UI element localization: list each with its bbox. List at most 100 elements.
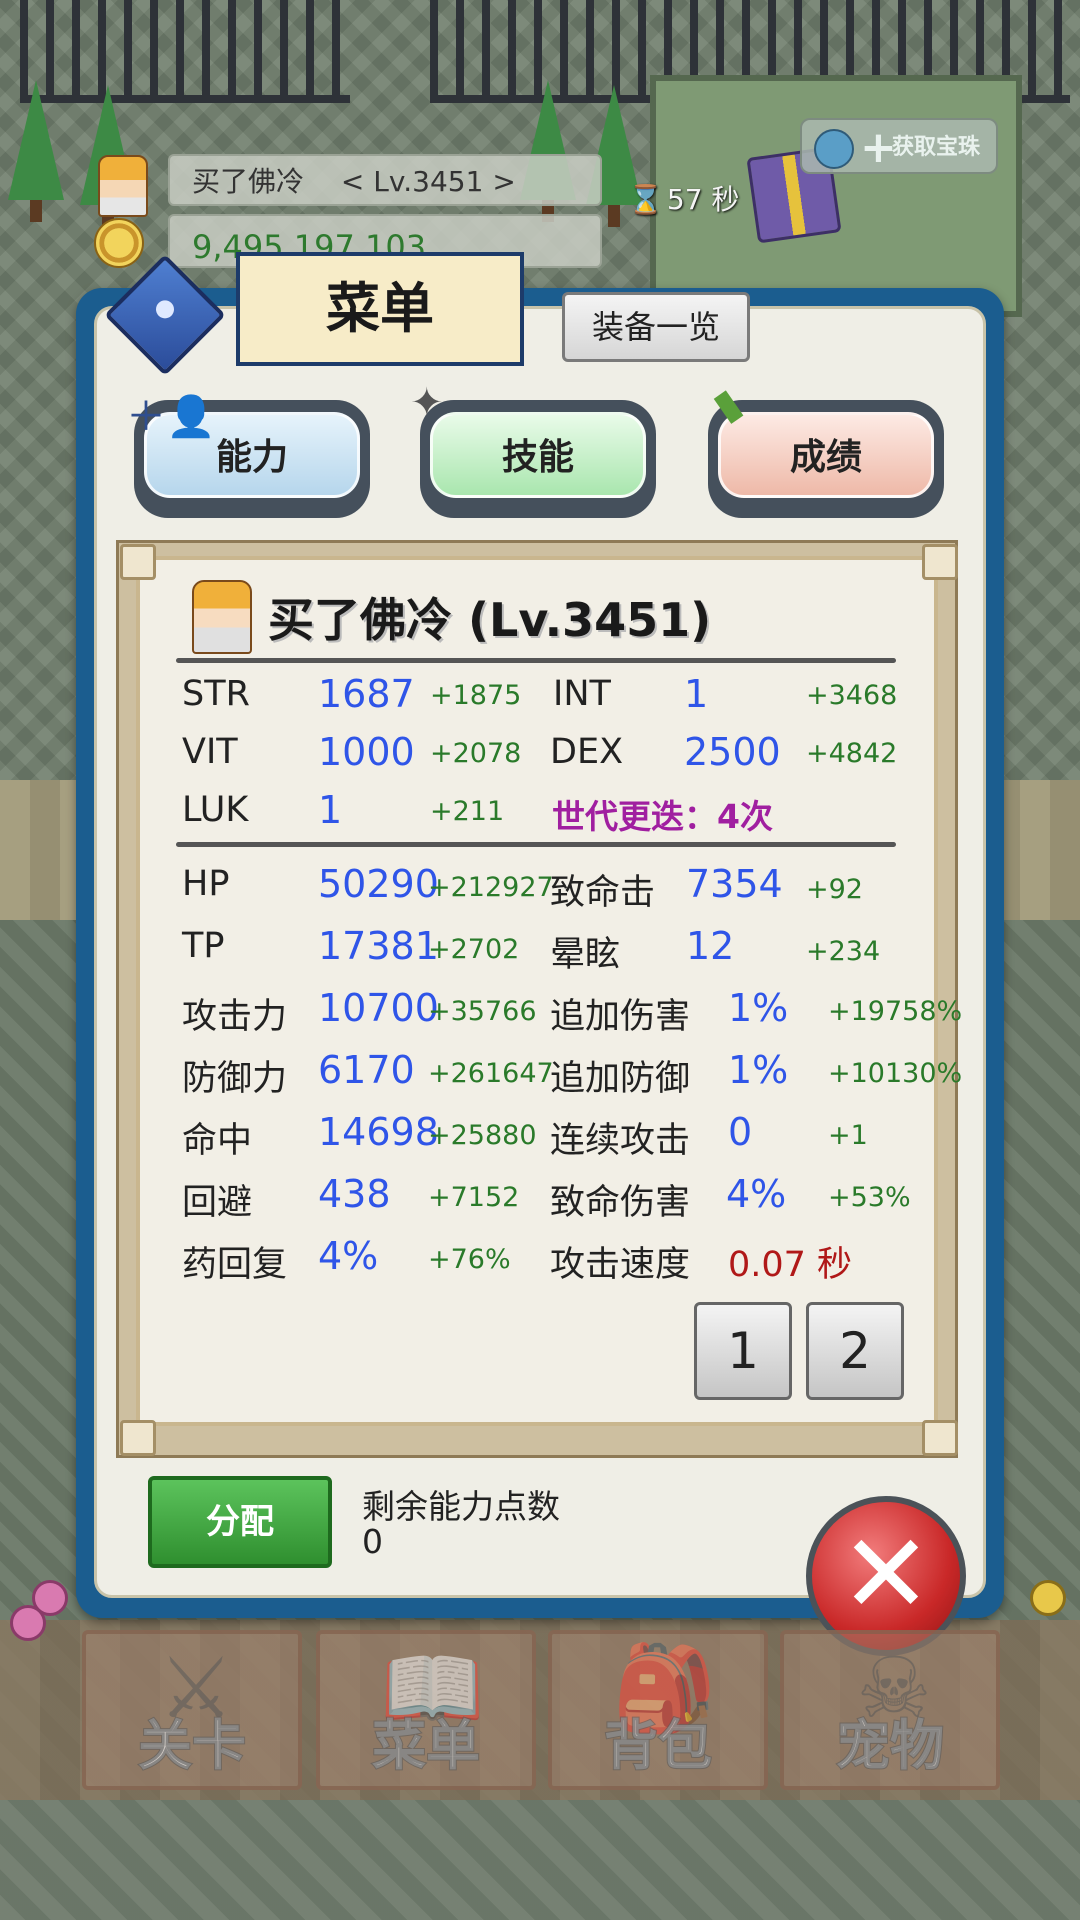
hourglass-icon: ⌛ [628, 183, 663, 216]
nav-backpack[interactable]: 🎒 背包 [548, 1630, 768, 1790]
stat-bonus-int: +3468 [806, 680, 898, 711]
stat-bonus-extra-defense: +10130% [828, 1058, 963, 1089]
nav-pet[interactable]: ☠ 宠物 [780, 1630, 1000, 1790]
stat-value-hp: 50290 [318, 862, 439, 906]
add-person-icon: ＋👤 [126, 394, 216, 440]
stat-bonus-crit-damage: +53% [828, 1182, 911, 1213]
player-name: 买了佛冷 [192, 165, 305, 198]
menu-title: 菜单 [236, 252, 524, 366]
stat-label-vit: VIT [182, 732, 238, 772]
stat-value-attack: 10700 [318, 986, 439, 1030]
divider [176, 842, 896, 847]
stat-value-crit-damage: 4% [726, 1172, 787, 1216]
stat-label-luk: LUK [182, 790, 249, 830]
stat-bonus-str: +1875 [430, 680, 522, 711]
nav-backpack-label: 背包 [603, 1713, 713, 1778]
nav-menu[interactable]: 📖 菜单 [316, 1630, 536, 1790]
assign-points-button[interactable]: 分配 [148, 1476, 332, 1568]
stat-bonus-extra-damage: +19758% [828, 996, 963, 1027]
stat-value-luk: 1 [318, 788, 343, 832]
stat-bonus-attack: +35766 [428, 996, 537, 1027]
page-2-button[interactable]: 2 [806, 1302, 904, 1400]
fence [20, 0, 350, 103]
stat-bonus-defense: +261647 [428, 1058, 554, 1089]
stat-bonus-luk: +211 [430, 796, 505, 827]
orb-timer-value: 57 秒 [666, 183, 740, 216]
player-avatar-icon [98, 155, 148, 217]
stat-label-evade: 回避 [182, 1183, 253, 1223]
plus-icon: + [860, 122, 897, 173]
stat-value-combo: 0 [728, 1110, 753, 1154]
frame-corner [120, 544, 156, 580]
character-avatar-icon [192, 580, 252, 654]
stat-bonus-combo: +1 [828, 1120, 868, 1151]
equipment-list-button[interactable]: 装备一览 [562, 292, 750, 362]
stat-bonus-tp: +2702 [428, 934, 520, 965]
stat-bonus-vit: +2078 [430, 738, 522, 769]
stat-bonus-hp: +212927 [428, 872, 554, 903]
stat-bonus-critical: +92 [806, 874, 863, 905]
remaining-points-label: 剩余能力点数 [362, 1487, 560, 1526]
stat-label-dex: DEX [550, 732, 624, 772]
stat-bonus-dex: +4842 [806, 738, 898, 769]
frame-corner [120, 1420, 156, 1456]
stat-bonus-evade: +7152 [428, 1182, 520, 1213]
orb-timer: ⌛ 57 秒 [628, 178, 739, 218]
stat-value-stun: 12 [686, 924, 735, 968]
stat-label-attack: 攻击力 [182, 997, 288, 1037]
stat-label-attack-speed: 攻击速度 [550, 1245, 691, 1285]
stat-value-vit: 1000 [318, 730, 415, 774]
frame-corner [922, 544, 958, 580]
divider [176, 658, 896, 663]
get-orb-button[interactable]: + 获取宝珠 [800, 118, 998, 174]
stat-label-extra-damage: 追加伤害 [550, 997, 691, 1037]
orb-icon [814, 129, 854, 169]
stat-label-extra-defense: 追加防御 [550, 1059, 691, 1099]
stat-value-hit: 14698 [318, 1110, 439, 1154]
stat-value-dex: 2500 [684, 730, 781, 774]
stat-label-critical: 致命击 [550, 873, 656, 913]
stat-value-tp: 17381 [318, 924, 439, 968]
frame-corner [922, 1420, 958, 1456]
nav-stage[interactable]: ⚔ 关卡 [82, 1630, 302, 1790]
stat-label-int: INT [553, 674, 611, 714]
stat-label-crit-damage: 致命伤害 [550, 1183, 691, 1223]
stat-label-defense: 防御力 [182, 1059, 288, 1099]
character-title: 买了佛冷 (Lv.3451) [268, 593, 712, 647]
stat-label-hp: HP [182, 864, 230, 904]
tab-record-label: 成绩 [718, 412, 934, 498]
tree [8, 80, 64, 222]
get-orb-label: 获取宝珠 [891, 135, 980, 160]
nav-stage-label: 关卡 [137, 1713, 247, 1778]
stat-label-tp: TP [182, 926, 225, 966]
stat-label-str: STR [182, 674, 250, 714]
stat-value-int: 1 [684, 672, 709, 716]
stat-bonus-potion: +76% [428, 1244, 511, 1275]
stat-value-defense: 6170 [318, 1048, 415, 1092]
stat-value-extra-defense: 1% [728, 1048, 789, 1092]
stat-value-critical: 7354 [686, 862, 783, 906]
nav-menu-label: 菜单 [371, 1713, 481, 1778]
page-1-button[interactable]: 1 [694, 1302, 792, 1400]
stat-label-combo: 连续攻击 [550, 1121, 691, 1161]
stat-value-attack-speed: 0.07 秒 [728, 1245, 853, 1285]
stat-label-hit: 命中 [182, 1121, 253, 1161]
generation-count: 世代更迭：4次 [552, 797, 773, 836]
stat-value-str: 1687 [318, 672, 415, 716]
tab-skill[interactable]: 技能 [420, 400, 656, 518]
stat-value-evade: 438 [318, 1172, 391, 1216]
stat-label-stun: 晕眩 [550, 935, 621, 975]
stat-value-potion: 4% [318, 1234, 379, 1278]
tab-skill-label: 技能 [430, 412, 646, 498]
gold-coin-icon [94, 218, 144, 268]
player-level: < Lv.3451 > [340, 165, 516, 198]
stat-value-extra-damage: 1% [728, 986, 789, 1030]
flower [1030, 1580, 1066, 1616]
stat-bonus-stun: +234 [806, 936, 881, 967]
flower [10, 1605, 46, 1641]
stat-bonus-hit: +25880 [428, 1120, 537, 1151]
remaining-points-value: 0 [362, 1522, 383, 1561]
star-icon: ✦ [410, 380, 444, 426]
nav-pet-label: 宠物 [835, 1713, 945, 1778]
player-name-bar: 买了佛冷 < Lv.3451 > [168, 154, 602, 206]
